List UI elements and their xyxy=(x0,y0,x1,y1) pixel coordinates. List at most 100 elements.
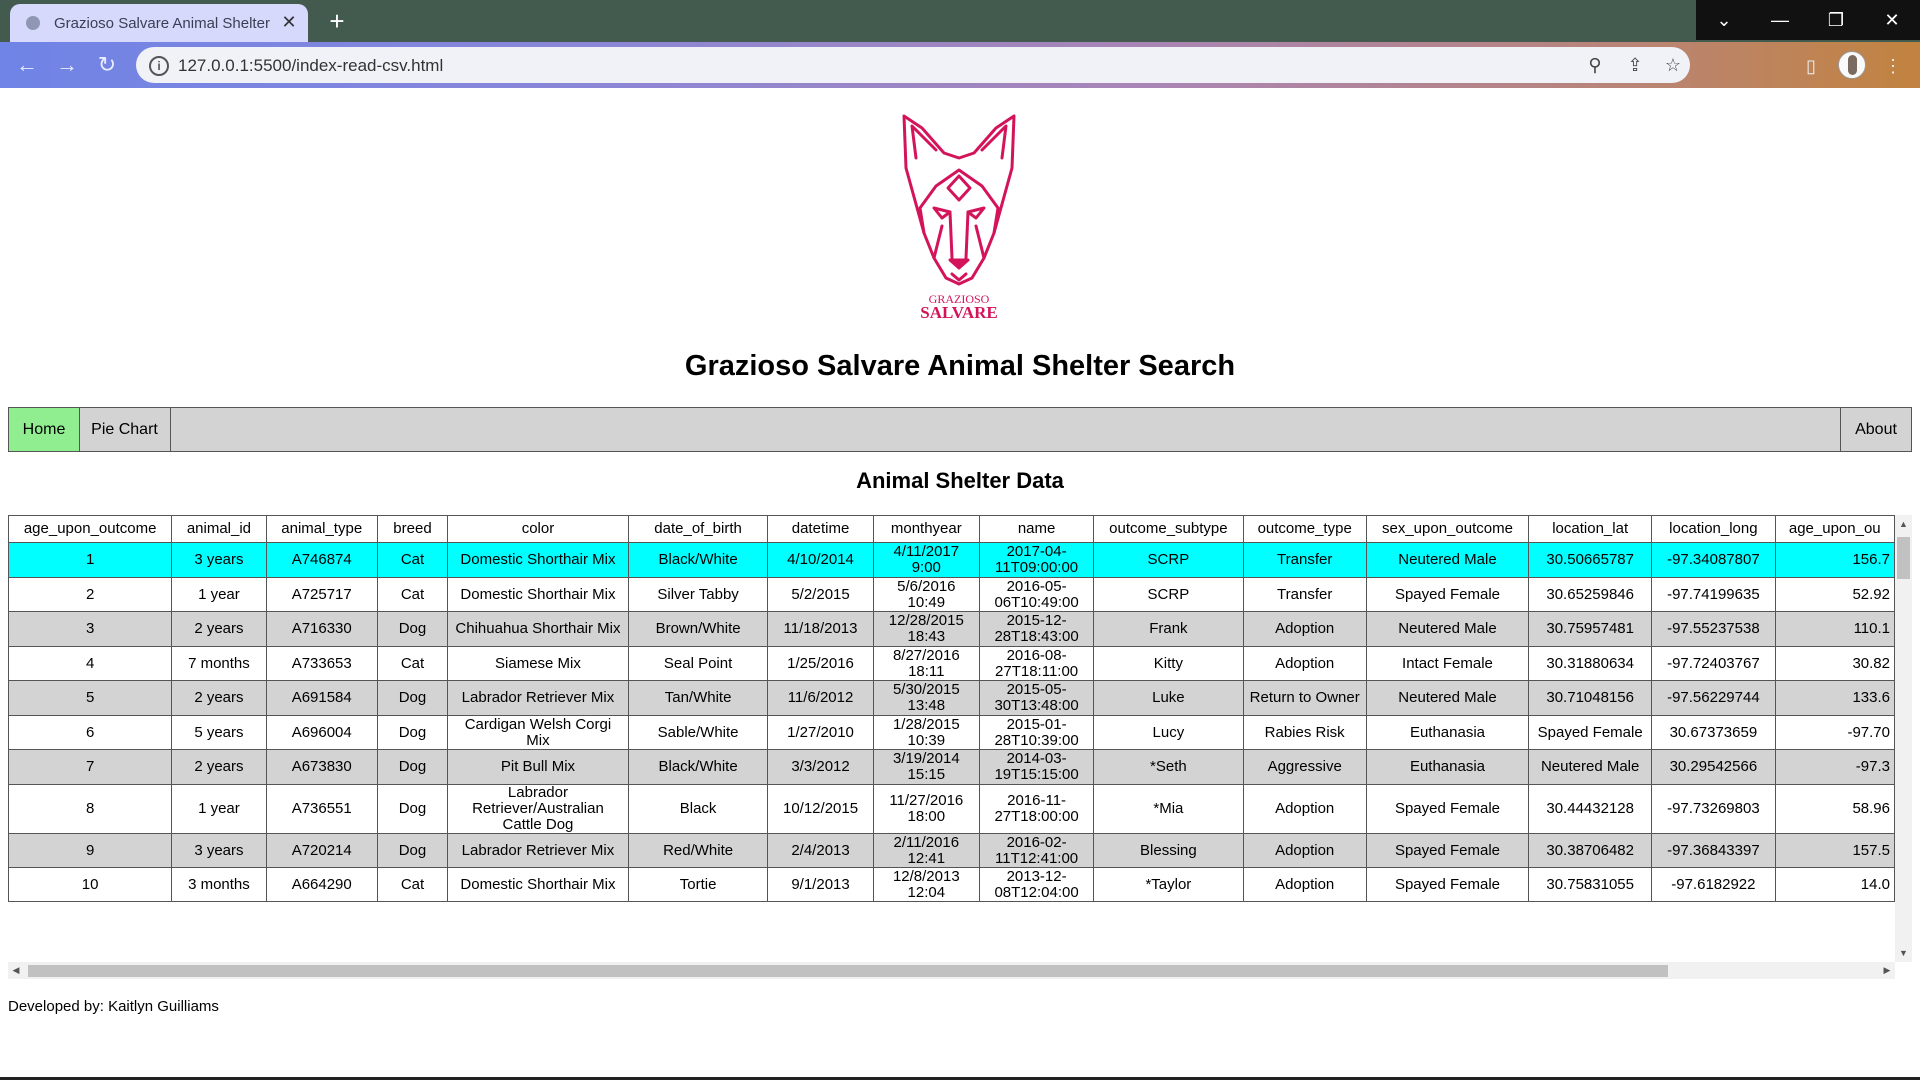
minimize-button[interactable]: — xyxy=(1752,0,1808,40)
table-row[interactable]: 72 years A673830 Dog Pit Bull Mix Black/Whit… xyxy=(8,749,1895,785)
table-cell: Adoption xyxy=(1242,611,1367,647)
table-cell: Adoption xyxy=(1242,646,1367,681)
table-cell: Cat xyxy=(376,646,449,681)
table-cell: 30.44432128 xyxy=(1528,784,1653,834)
table-cell: Cat xyxy=(376,867,449,902)
table-cell: Spayed Female xyxy=(1365,577,1530,612)
column-header: name xyxy=(978,515,1095,543)
share-icon[interactable]: ⇪ xyxy=(1622,52,1648,78)
browser-toolbar: ← → ↻ i 127.0.0.1:5500/index-read-csv.ht… xyxy=(0,42,1920,88)
table-cell: Spayed Female xyxy=(1365,784,1530,834)
star-icon[interactable]: ☆ xyxy=(1660,52,1686,78)
table-cell: Siamese Mix xyxy=(447,646,629,681)
table-cell: -97.34087807 xyxy=(1651,542,1776,578)
table-cell: A691584 xyxy=(265,680,378,716)
horizontal-scrollbar[interactable]: ◀ ▶ xyxy=(8,962,1895,979)
menu-icon[interactable]: ⋮ xyxy=(1880,53,1906,79)
table-cell: -97.3 xyxy=(1774,749,1895,785)
table-cell: SCRP xyxy=(1093,542,1244,578)
scroll-left-icon[interactable]: ◀ xyxy=(8,962,24,979)
window-controls: ⌄ — ❐ ✕ xyxy=(1696,0,1920,40)
column-header: age_upon_ou xyxy=(1774,515,1895,543)
nav-about-link[interactable]: About xyxy=(1840,408,1911,451)
close-tab-icon[interactable]: ✕ xyxy=(278,11,300,33)
info-icon[interactable]: i xyxy=(149,56,169,76)
zoom-icon[interactable]: ⚲ xyxy=(1582,52,1608,78)
vertical-scrollbar[interactable]: ▲ ▼ xyxy=(1895,515,1912,962)
table-cell: 30.29542566 xyxy=(1651,749,1776,785)
table-row[interactable]: 93 years A720214 Dog Labrador Retriever Mix… xyxy=(8,833,1895,868)
scroll-up-icon[interactable]: ▲ xyxy=(1895,517,1912,531)
table-row[interactable]: 10 3 months A664290 Cat Domestic Shorthair M… xyxy=(8,867,1895,902)
tab-search-icon[interactable]: ⌄ xyxy=(1696,0,1752,40)
nav-home-link[interactable]: Home xyxy=(9,408,80,451)
table-cell: Spayed Female xyxy=(1365,867,1530,902)
table-cell: 2016-05-06T10:49:00 xyxy=(978,577,1095,612)
scroll-right-icon[interactable]: ▶ xyxy=(1879,962,1895,979)
table-cell: SCRP xyxy=(1093,577,1244,612)
table-cell: A664290 xyxy=(265,867,378,902)
table-cell: Dog xyxy=(376,680,449,716)
table-cell: Spayed Female xyxy=(1365,833,1530,868)
page-title: Grazioso Salvare Animal Shelter Search xyxy=(684,350,1236,382)
table-cell: 3 years xyxy=(171,542,267,578)
table-cell: 2/11/2016 12:41 xyxy=(872,833,980,868)
scroll-down-icon[interactable]: ▼ xyxy=(1895,946,1912,960)
table-row[interactable]: 52 years A691584 Dog Labrador Retriever Mix… xyxy=(8,680,1895,716)
shelter-logo: GRAZIOSO SALVARE xyxy=(902,114,1016,318)
table-cell: Brown/White xyxy=(627,611,769,647)
table-row[interactable]: 32 years A716330 Dog Chihuahua Shorthair Mi… xyxy=(8,611,1895,647)
table-cell: Return to Owner xyxy=(1242,680,1367,716)
table-cell: 3 xyxy=(8,611,173,647)
tab-title: Grazioso Salvare Animal Shelter xyxy=(54,15,270,32)
table-cell: Black/White xyxy=(627,542,769,578)
table-cell: -97.73269803 xyxy=(1651,784,1776,834)
table-cell: 2 years xyxy=(171,611,267,647)
data-table: age_upon_outcome animal_id animal_type bree… xyxy=(8,515,1895,902)
table-cell: A736551 xyxy=(265,784,378,834)
table-cell: *Mia xyxy=(1093,784,1244,834)
table-cell: 8/27/2016 18:11 xyxy=(872,646,980,681)
browser-tab[interactable]: Grazioso Salvare Animal Shelter ✕ xyxy=(10,4,308,42)
table-cell: Domestic Shorthair Mix xyxy=(447,867,629,902)
close-window-button[interactable]: ✕ xyxy=(1864,0,1920,40)
table-cell: A733653 xyxy=(265,646,378,681)
table-cell: 8 xyxy=(8,784,173,834)
data-table-container[interactable]: age_upon_outcome animal_id animal_type bree… xyxy=(8,515,1895,962)
table-cell: 5 xyxy=(8,680,173,716)
table-cell: 58.96 xyxy=(1774,784,1895,834)
column-header: outcome_type xyxy=(1242,515,1367,543)
side-panel-icon[interactable]: ▯ xyxy=(1798,53,1824,79)
vertical-scroll-thumb[interactable] xyxy=(1897,537,1910,579)
restore-button[interactable]: ❐ xyxy=(1808,0,1864,40)
table-cell: Cardigan Welsh Corgi Mix xyxy=(447,715,629,750)
url-text[interactable]: 127.0.0.1:5500/index-read-csv.html xyxy=(178,56,443,76)
table-row[interactable]: 21 year A725717 Cat Domestic Shorthair Mix S… xyxy=(8,577,1895,612)
column-header: outcome_subtype xyxy=(1093,515,1244,543)
forward-icon[interactable]: → xyxy=(52,50,82,80)
table-row[interactable]: 47 months A733653 Cat Siamese Mix Seal Point… xyxy=(8,646,1895,681)
new-tab-button[interactable]: + xyxy=(322,6,352,36)
profile-avatar[interactable] xyxy=(1838,51,1866,79)
table-row[interactable]: 13 years A746874 Cat Domestic Shorthair Mix… xyxy=(8,542,1895,578)
horizontal-scroll-thumb[interactable] xyxy=(28,965,1668,977)
column-header: color xyxy=(447,515,629,543)
table-cell: 2016-11-27T18:00:00 xyxy=(978,784,1095,834)
table-cell: Cat xyxy=(376,577,449,612)
table-row[interactable]: 65 years A696004 Dog Cardigan Welsh Corgi M… xyxy=(8,715,1895,750)
table-cell: 3/3/2012 xyxy=(767,749,874,785)
table-cell: 12/8/2013 12:04 xyxy=(872,867,980,902)
table-cell: 9/1/2013 xyxy=(767,867,874,902)
table-cell: 11/6/2012 xyxy=(767,680,874,716)
address-bar[interactable]: i 127.0.0.1:5500/index-read-csv.html ⚲ ⇪… xyxy=(136,47,1690,83)
nav-pie-chart-link[interactable]: Pie Chart xyxy=(79,408,171,451)
table-row[interactable]: 81 year A736551 Dog Labrador Retriever/Aust… xyxy=(8,784,1895,834)
table-cell: 5/2/2015 xyxy=(767,577,874,612)
table-cell: 2013-12-08T12:04:00 xyxy=(978,867,1095,902)
table-cell: Dog xyxy=(376,749,449,785)
table-cell: 4 xyxy=(8,646,173,681)
table-cell: 30.71048156 xyxy=(1528,680,1653,716)
back-icon[interactable]: ← xyxy=(12,50,42,80)
reload-icon[interactable]: ↻ xyxy=(92,50,122,80)
table-cell: Black xyxy=(627,784,769,834)
